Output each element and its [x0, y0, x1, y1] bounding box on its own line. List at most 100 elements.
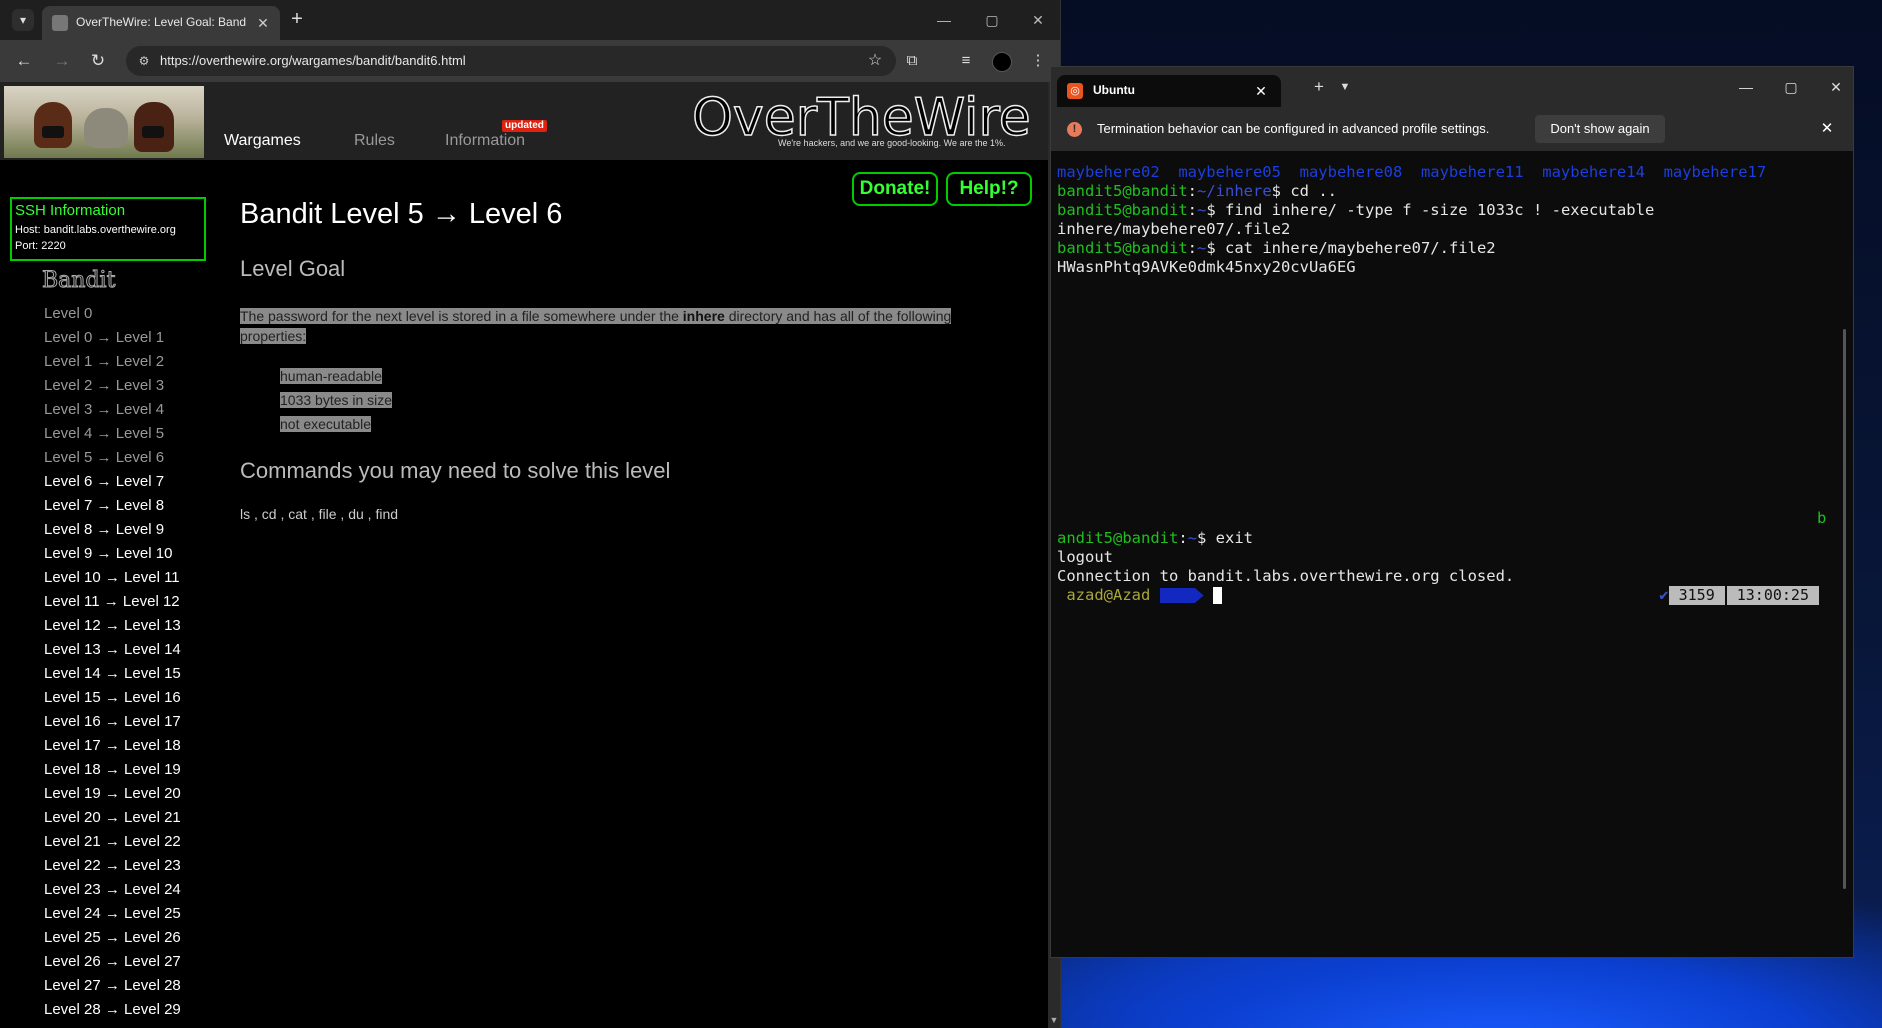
scroll-down-icon[interactable]: ▼ — [1049, 1015, 1059, 1025]
level-goal-text: The password for the next level is store… — [240, 306, 1010, 346]
level-link[interactable]: Level 9 → Level 10 — [44, 542, 244, 566]
property-text: 1033 bytes in size — [280, 392, 393, 408]
new-terminal-tab-button[interactable]: + — [1309, 77, 1329, 97]
terminal-maximize-button[interactable]: ▢ — [1778, 75, 1804, 99]
reload-button[interactable]: ↻ — [86, 49, 110, 73]
prompt-path: ~ — [1197, 239, 1207, 257]
terminal-close-button[interactable]: ✕ — [1823, 75, 1849, 99]
close-icon[interactable]: ✕ — [254, 14, 272, 32]
terminal-output[interactable]: maybehere02 maybehere05 maybehere08 mayb… — [1057, 163, 1837, 953]
donate-button[interactable]: Donate! — [852, 172, 938, 206]
level-link[interactable]: Level 16 → Level 17 — [44, 710, 244, 734]
command-link[interactable]: cd — [262, 506, 277, 522]
level-link[interactable]: Level 27 → Level 28 — [44, 974, 244, 998]
level-link[interactable]: Level 23 → Level 24 — [44, 878, 244, 902]
terminal-scrollbar[interactable] — [1843, 329, 1846, 889]
minimize-button[interactable]: — — [932, 8, 956, 32]
terminal-minimize-button[interactable]: — — [1733, 75, 1759, 99]
level-link[interactable]: Level 15 → Level 16 — [44, 686, 244, 710]
chevron-down-icon: ▾ — [19, 13, 27, 27]
new-tab-button[interactable]: + — [286, 9, 308, 31]
close-window-button[interactable]: ✕ — [1026, 8, 1050, 32]
reload-icon: ↻ — [90, 51, 106, 70]
command-link[interactable]: file — [319, 506, 337, 522]
level-link[interactable]: Level 7 → Level 8 — [44, 494, 244, 518]
prompt-line: bandit5@bandit:~$ cat inhere/maybehere07… — [1057, 239, 1496, 257]
media-controls-icon[interactable]: ≡ — [954, 49, 978, 73]
level-link[interactable]: Level 1 → Level 2 — [44, 350, 244, 374]
level-link[interactable]: Level 14 → Level 15 — [44, 662, 244, 686]
prompt-user: bandit5@bandit — [1057, 201, 1188, 219]
ssh-port: Port: 2220 — [15, 240, 66, 252]
back-button[interactable]: ← — [12, 49, 36, 73]
level-link[interactable]: Level 4 → Level 5 — [44, 422, 244, 446]
command-link[interactable]: cat — [288, 506, 307, 522]
level-link[interactable]: Level 6 → Level 7 — [44, 470, 244, 494]
help-button[interactable]: Help!? — [946, 172, 1032, 206]
profile-dropdown-button[interactable]: ▼ — [1335, 77, 1355, 97]
command-link[interactable]: du — [348, 506, 364, 522]
browser-tab-active[interactable]: OverTheWire: Level Goal: Bandit Level 5 … — [42, 6, 280, 40]
level-link[interactable]: Level 17 → Level 18 — [44, 734, 244, 758]
infobar-message: Termination behavior can be configured i… — [1097, 121, 1490, 136]
level-link[interactable]: Level 8 → Level 9 — [44, 518, 244, 542]
url-text[interactable]: https://overthewire.org/wargames/bandit/… — [160, 53, 466, 68]
nav-wargames[interactable]: Wargames — [224, 132, 301, 150]
prompt-command: $ cd .. — [1271, 182, 1337, 200]
level-link[interactable]: Level 10 → Level 11 — [44, 566, 244, 590]
level-link[interactable]: Level 22 → Level 23 — [44, 854, 244, 878]
level-link[interactable]: Level 20 → Level 21 — [44, 806, 244, 830]
level-link[interactable]: Level 19 → Level 20 — [44, 782, 244, 806]
minimize-icon: — — [937, 12, 951, 28]
kebab-menu-icon[interactable]: ⋮ — [1026, 49, 1050, 73]
level-link[interactable]: Level 24 → Level 25 — [44, 902, 244, 926]
text-cursor — [1213, 587, 1223, 604]
maximize-icon: ▢ — [985, 12, 999, 28]
profile-avatar[interactable] — [992, 52, 1012, 72]
status-exit-count: 3159 — [1668, 586, 1725, 605]
level-link[interactable]: Level 13 → Level 14 — [44, 638, 244, 662]
command-link[interactable]: ls — [240, 506, 250, 522]
prompt-path: ~ — [1197, 201, 1207, 219]
level-link[interactable]: Level 0 → Level 1 — [44, 326, 244, 350]
level-link[interactable]: Level 12 → Level 13 — [44, 614, 244, 638]
header-banner-image[interactable] — [4, 86, 204, 158]
tab-search-button[interactable]: ▾ — [12, 9, 34, 31]
level-link[interactable]: Level 2 → Level 3 — [44, 374, 244, 398]
level-link[interactable]: Level 28 → Level 29 — [44, 998, 244, 1022]
command-separator: , — [336, 506, 349, 522]
prompt-command: $ find inhere/ -type f -size 1033c ! -ex… — [1206, 201, 1655, 219]
command-separator: , — [306, 506, 319, 522]
nav-rules[interactable]: Rules — [354, 132, 395, 150]
level-link[interactable]: Level 18 → Level 19 — [44, 758, 244, 782]
close-icon[interactable]: ✕ — [1817, 119, 1837, 139]
level-link[interactable]: Level 25 → Level 26 — [44, 926, 244, 950]
right-prompt-status: ✔ 3159 13:00:25 — [1659, 586, 1819, 605]
dont-show-again-button[interactable]: Don't show again — [1535, 115, 1665, 143]
site-tagline: We're hackers, and we are good-looking. … — [778, 138, 1006, 148]
address-bar[interactable]: ⚙ https://overthewire.org/wargames/bandi… — [126, 46, 896, 76]
bandit-logo[interactable]: Bandit — [41, 268, 115, 294]
maximize-icon: ▢ — [1784, 79, 1798, 95]
terminal-tab-ubuntu[interactable]: ◎ Ubuntu ✕ — [1057, 75, 1281, 107]
level-link[interactable]: Level 3 → Level 4 — [44, 398, 244, 422]
level-link[interactable]: Level 5 → Level 6 — [44, 446, 244, 470]
nav-information[interactable]: Information — [445, 132, 525, 150]
close-icon[interactable]: ✕ — [1251, 81, 1271, 101]
command-link[interactable]: find — [375, 506, 398, 522]
level-link[interactable]: Level 21 → Level 22 — [44, 830, 244, 854]
property-text: human-readable — [280, 368, 382, 384]
prompt-command: $ cat inhere/maybehere07/.file2 — [1206, 239, 1496, 257]
output-line: Connection to bandit.labs.overthewire.or… — [1057, 567, 1515, 585]
level-link[interactable]: Level 11 → Level 12 — [44, 590, 244, 614]
site-info-icon[interactable]: ⚙ — [134, 51, 154, 71]
maximize-button[interactable]: ▢ — [980, 8, 1004, 32]
extensions-icon[interactable]: ⧉ — [900, 49, 924, 73]
bookmark-star-icon[interactable]: ☆ — [864, 50, 886, 72]
property-item: 1033 bytes in size — [280, 388, 393, 412]
forward-button[interactable]: → — [50, 49, 74, 73]
warning-icon: ! — [1067, 122, 1082, 137]
prompt-user: andit5@bandit — [1057, 529, 1179, 547]
level-link[interactable]: Level 26 → Level 27 — [44, 950, 244, 974]
level-link[interactable]: Level 0 — [44, 302, 244, 326]
